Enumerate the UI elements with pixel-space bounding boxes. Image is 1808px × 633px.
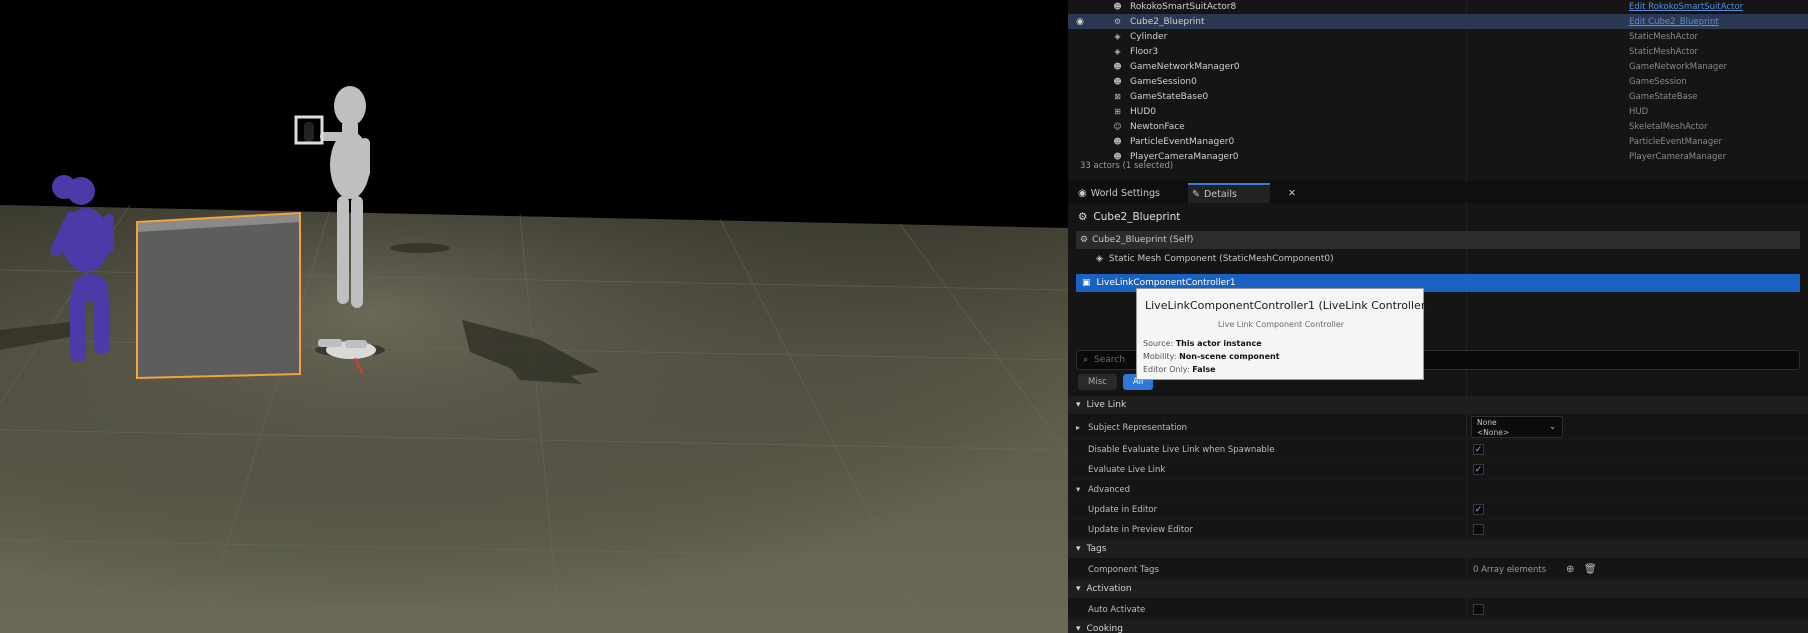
prop-disable-evaluate: Disable Evaluate Live Link when Spawnabl…: [1068, 440, 1808, 460]
tooltip-mobility: Mobility: Non-scene component: [1143, 352, 1280, 361]
add-element-icon[interactable]: ⊕: [1566, 564, 1574, 575]
outliner-item-type: GameNetworkManager: [1629, 61, 1728, 72]
mesh-icon: ◈: [1096, 254, 1103, 264]
level-viewport[interactable]: [0, 0, 1068, 633]
outliner-row[interactable]: ☻ ParticleEventManager0 ParticleEventManag…: [1068, 134, 1808, 149]
edit-blueprint-link[interactable]: Edit RokokoSmartSuitActor: [1629, 2, 1743, 12]
actor-icon: ☻: [1113, 62, 1122, 71]
outliner-item-label: PlayerCameraManager0: [1130, 151, 1239, 162]
details-tab-bar: ◉ World Settings ✎ Details ✕: [1068, 181, 1808, 203]
outliner-item-type: GameSession: [1629, 76, 1687, 87]
outliner-row[interactable]: ☻ RokokoSmartSuitActor8 Edit RokokoSmartSu…: [1068, 0, 1808, 14]
chevron-down-icon: ▾: [1076, 400, 1081, 410]
prop-update-in-preview: Update in Preview Editor: [1068, 520, 1808, 540]
actor-count-label: 33 actors (1 selected): [1080, 161, 1174, 171]
chevron-right-icon: ▸: [1076, 423, 1081, 432]
category-tags[interactable]: ▾ Tags: [1068, 540, 1808, 558]
actor-icon: ☻: [1113, 137, 1122, 146]
outliner-item-label: HUD0: [1130, 106, 1157, 117]
outliner-item-type: SkeletalMeshActor: [1629, 121, 1708, 132]
gamestate-icon: ⊠: [1114, 92, 1121, 101]
outliner-row[interactable]: ☺ NewtonFace SkeletalMeshActor: [1068, 119, 1808, 134]
chevron-down-icon: ▾: [1076, 544, 1081, 554]
outliner-item-label: Floor3: [1130, 46, 1159, 57]
edit-blueprint-link[interactable]: Edit Cube2_Blueprint: [1629, 17, 1719, 27]
subject-representation-dropdown[interactable]: None <None> ⌄: [1471, 416, 1563, 438]
tooltip-subtitle: Live Link Component Controller: [1217, 320, 1345, 329]
outliner-row[interactable]: ☻ GameNetworkManager0 GameNetworkManager: [1068, 59, 1808, 74]
skeletal-icon: ☺: [1113, 122, 1122, 131]
viewport-scene: [0, 0, 1068, 633]
chevron-down-icon: ⌄: [1549, 422, 1556, 431]
search-icon: ⌕: [1083, 355, 1089, 365]
outliner-item-type: StaticMeshActor: [1629, 31, 1699, 42]
tooltip-source: Source: This actor instance: [1143, 339, 1262, 348]
outliner-item-type: PlayerCameraManager: [1629, 151, 1727, 162]
outliner-item-type: GameStateBase: [1629, 91, 1698, 102]
chevron-down-icon: ▾: [1076, 584, 1081, 594]
outliner-item-label: GameSession0: [1130, 76, 1197, 87]
details-actor-title: ⚙ Cube2_Blueprint: [1078, 211, 1181, 223]
outliner-row[interactable]: ☻ GameSession0 GameSession: [1068, 74, 1808, 89]
trash-icon[interactable]: 🗑: [1584, 564, 1597, 575]
prop-update-in-editor: Update in Editor ✓: [1068, 500, 1808, 520]
blueprint-icon: ⚙: [1080, 235, 1089, 245]
category-activation[interactable]: ▾ Activation: [1068, 580, 1808, 598]
pencil-icon: ✎: [1192, 188, 1200, 200]
update-in-preview-checkbox[interactable]: [1473, 524, 1484, 535]
outliner-item-label: RokokoSmartSuitActor8: [1130, 1, 1237, 12]
prop-auto-activate: Auto Activate: [1068, 600, 1808, 620]
outliner-item-label: GameStateBase0: [1130, 91, 1209, 102]
outliner-item-label: GameNetworkManager0: [1130, 61, 1240, 72]
prop-evaluate-live-link: Evaluate Live Link ✓: [1068, 460, 1808, 480]
component-static-mesh-row[interactable]: ◈ Static Mesh Component (StaticMeshCompo…: [1076, 250, 1800, 268]
outliner-row[interactable]: ◈ Cylinder StaticMeshActor: [1068, 29, 1808, 44]
evaluate-live-link-checkbox[interactable]: ✓: [1473, 464, 1484, 475]
chevron-down-icon: ▾: [1076, 624, 1081, 633]
outliner-item-label: ParticleEventManager0: [1130, 136, 1235, 147]
component-self-row[interactable]: ⚙ Cube2_Blueprint (Self): [1076, 231, 1800, 249]
blueprint-icon: ⚙: [1078, 211, 1088, 223]
cube2-blueprint-mesh: [136, 211, 301, 380]
outliner-row[interactable]: ⊞ HUD0 HUD: [1068, 104, 1808, 119]
tooltip-title: LiveLinkComponentController1 (LiveLink C…: [1145, 299, 1430, 312]
category-live-link[interactable]: ▾ Live Link: [1068, 396, 1808, 414]
outliner-row[interactable]: ◉ ⚙ Cube2_Blueprint Edit Cube2_Blueprint: [1068, 14, 1808, 29]
outliner-row[interactable]: ☻ PlayerCameraManager0 PlayerCameraManager: [1068, 149, 1808, 164]
component-tooltip: LiveLinkComponentController1 (LiveLink C…: [1136, 288, 1430, 380]
outliner-item-type: ParticleEventManager: [1629, 136, 1723, 147]
mesh-icon: ◈: [1114, 32, 1121, 41]
update-in-editor-checkbox[interactable]: ✓: [1473, 504, 1484, 515]
chevron-down-icon: ▾: [1076, 484, 1081, 495]
livelink-component-icon: ▣: [1082, 278, 1091, 288]
outliner-row[interactable]: ⊠ GameStateBase0 GameStateBase: [1068, 89, 1808, 104]
hud-icon: ⊞: [1114, 107, 1121, 116]
outliner-item-label: Cylinder: [1130, 31, 1168, 42]
actor-icon: ☻: [1113, 2, 1122, 11]
prop-component-tags: Component Tags 0 Array elements ⊕ 🗑: [1068, 560, 1808, 580]
filter-misc-button[interactable]: Misc: [1078, 374, 1117, 390]
category-cooking[interactable]: ▾ Cooking: [1068, 620, 1808, 633]
visibility-eye-icon[interactable]: ◉: [1074, 16, 1086, 28]
blueprint-icon: ⚙: [1113, 17, 1122, 26]
outliner-item-type: StaticMeshActor: [1629, 46, 1699, 57]
outliner-row[interactable]: ◈ Floor3 StaticMeshActor: [1068, 44, 1808, 59]
outliner-item-label: Cube2_Blueprint: [1130, 16, 1205, 27]
prop-subject-representation: ▸ Subject Representation: [1068, 416, 1808, 440]
outliner-item-label: NewtonFace: [1130, 121, 1185, 132]
mesh-icon: ◈: [1114, 47, 1121, 56]
disable-evaluate-checkbox[interactable]: ✓: [1473, 444, 1484, 455]
actor-icon: ☻: [1113, 77, 1122, 86]
close-tab-icon[interactable]: ✕: [1284, 183, 1300, 203]
tooltip-editor-only: Editor Only: False: [1143, 365, 1216, 374]
globe-icon: ◉: [1078, 187, 1087, 199]
tab-world-settings[interactable]: ◉ World Settings: [1074, 183, 1186, 203]
auto-activate-checkbox[interactable]: [1473, 604, 1484, 615]
subcategory-advanced[interactable]: ▾ Advanced: [1068, 480, 1808, 500]
outliner-item-type: HUD: [1629, 106, 1649, 117]
tab-details[interactable]: ✎ Details: [1188, 183, 1270, 203]
